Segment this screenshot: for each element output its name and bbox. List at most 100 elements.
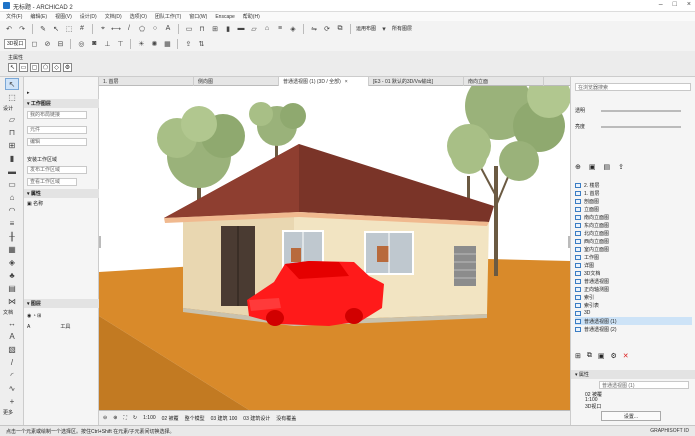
menu-design[interactable]: 设计(D) xyxy=(80,13,97,20)
box-icon[interactable]: ◻ xyxy=(29,39,39,49)
close-tab-icon[interactable]: × xyxy=(345,79,348,85)
marquee-icon[interactable]: ⬚ xyxy=(64,24,74,34)
object-tool-icon[interactable]: ♣ xyxy=(5,269,19,281)
object-icon[interactable]: ◈ xyxy=(288,24,298,34)
dimension-tool-icon[interactable]: ↔ xyxy=(5,317,19,329)
arrow-icon[interactable]: ↖ xyxy=(51,24,61,34)
fill-tool-icon[interactable]: ▧ xyxy=(5,343,19,355)
tree-item[interactable]: 西向立面图 xyxy=(575,237,692,245)
publisher-icon[interactable]: ⇪ xyxy=(618,163,624,171)
arrow-tool-icon[interactable]: ↖ xyxy=(5,78,19,90)
tree-item[interactable]: 普通透视图 (2) xyxy=(575,325,692,333)
brightness-slider[interactable] xyxy=(601,126,681,128)
layer-select-b[interactable]: 工具 xyxy=(60,323,70,330)
spline-tool-icon[interactable]: ∿ xyxy=(5,382,19,394)
settings-icon[interactable]: ⚙ xyxy=(611,352,617,360)
menu-document[interactable]: 文档(D) xyxy=(105,13,122,20)
tree-item[interactable]: 立面图 xyxy=(575,205,692,213)
properties-header[interactable]: ▾ 属性 xyxy=(24,189,99,198)
tree-item[interactable]: 北向立面图 xyxy=(575,229,692,237)
settings-button[interactable]: 设置... xyxy=(601,411,661,421)
menu-file[interactable]: 文件(F) xyxy=(6,13,22,20)
tree-item[interactable]: 普通透视图 (1) xyxy=(575,317,692,325)
3d-viewport[interactable] xyxy=(99,86,570,410)
delete-icon[interactable]: ✕ xyxy=(623,352,629,360)
material-icon[interactable]: ▦ xyxy=(162,39,172,49)
sync-icon[interactable]: ⇅ xyxy=(196,39,206,49)
tab-floor-1[interactable]: 1. 首层 xyxy=(99,77,194,86)
menu-help[interactable]: 帮助(H) xyxy=(243,13,260,20)
marquee-tool-icon[interactable]: ⬚ xyxy=(5,91,19,103)
tree-item[interactable]: 室内立面图 xyxy=(575,245,692,253)
slab-tool-icon[interactable]: ▭ xyxy=(5,178,19,190)
camera-icon[interactable]: ◙ xyxy=(89,39,99,49)
curtainwall-tool-icon[interactable]: ▦ xyxy=(5,243,19,255)
project-map-icon[interactable]: ⊕ xyxy=(575,163,581,171)
tab-3d-output[interactable]: [E3 - 01 默认的3D/Vw输出] xyxy=(369,77,464,86)
mesh-tool-icon[interactable]: ⋈ xyxy=(5,295,19,307)
roof-tool-icon[interactable]: ⌂ xyxy=(5,191,19,203)
tree-item[interactable]: 3D xyxy=(575,309,692,317)
override-select[interactable]: 没有覆盖 xyxy=(276,415,296,422)
text-icon[interactable]: A xyxy=(163,24,173,34)
graphisoft-id[interactable]: GRAPHISOFT ID xyxy=(650,428,689,434)
marquee-mode-icon[interactable]: ▭ xyxy=(19,63,28,72)
tree-item[interactable]: 正向轴测图 xyxy=(575,285,692,293)
slab-icon[interactable]: ▱ xyxy=(249,24,259,34)
tab-south-elevation[interactable]: 南向立面 xyxy=(464,77,544,86)
wall-tool-icon[interactable]: ▱ xyxy=(5,113,19,125)
model-select[interactable]: 整个模型 xyxy=(185,415,205,422)
menu-window[interactable]: 窗口(W) xyxy=(189,13,207,20)
sun-icon[interactable]: ✺ xyxy=(149,39,159,49)
fit-icon[interactable]: ⛶ xyxy=(123,415,127,421)
tree-item[interactable]: 普通透视图 xyxy=(575,277,692,285)
floor-icon[interactable]: ⊟ xyxy=(55,39,65,49)
hide-icon[interactable]: ⊘ xyxy=(42,39,52,49)
orbit-icon[interactable]: ◎ xyxy=(76,39,86,49)
tree-item[interactable]: 南向立面图 xyxy=(575,213,692,221)
door-tool-icon[interactable]: ⊓ xyxy=(5,126,19,138)
column-icon[interactable]: ▮ xyxy=(223,24,233,34)
3d-scene[interactable] xyxy=(99,86,570,410)
view-map-icon[interactable]: ▣ xyxy=(589,163,596,171)
floor-select[interactable]: 02 被覆 xyxy=(162,415,179,422)
label-tool-icon[interactable]: A xyxy=(5,330,19,342)
render-icon[interactable]: ☀ xyxy=(136,39,146,49)
elevation-icon[interactable]: ⊤ xyxy=(115,39,125,49)
door-icon[interactable]: ⊓ xyxy=(197,24,207,34)
transparency-slider[interactable] xyxy=(601,110,681,112)
layout-label[interactable]: 运用布图 xyxy=(356,25,376,32)
settings-mode-icon[interactable]: ⚙ xyxy=(63,63,72,72)
wall-icon[interactable]: ▭ xyxy=(184,24,194,34)
pencil-icon[interactable]: ✎ xyxy=(38,24,48,34)
mirror-icon[interactable]: ⇋ xyxy=(309,24,319,34)
menu-enscape[interactable]: Enscape xyxy=(215,14,234,20)
menu-edit[interactable]: 编辑(E) xyxy=(30,13,47,20)
scale-pen-select[interactable]: 03 建筑 100 xyxy=(211,415,238,422)
save-view-icon[interactable]: ▣ xyxy=(598,352,605,360)
properties-header[interactable]: ▾ 属性 xyxy=(571,370,695,379)
layer-combination-select[interactable]: 3D视口 xyxy=(4,38,27,49)
grid-icon[interactable]: # xyxy=(77,24,87,34)
tree-item[interactable]: 1. 首层 xyxy=(575,189,692,197)
stair-tool-icon[interactable]: ≡ xyxy=(5,217,19,229)
view-name-field[interactable]: 普通透视图 (1) xyxy=(599,381,689,389)
layer-visibility-icon[interactable]: ◉ ◔ ⊞ xyxy=(27,313,41,319)
roof-icon[interactable]: ⌂ xyxy=(262,24,272,34)
layer-select[interactable]: 我的布局链接 xyxy=(27,110,87,119)
poly-mode-icon[interactable]: ⬠ xyxy=(41,63,50,72)
pen-set-select[interactable]: 03 建筑设计 xyxy=(243,415,270,422)
viewport-left-handle[interactable] xyxy=(99,236,101,248)
morph-tool-icon[interactable]: ◈ xyxy=(5,256,19,268)
beam-icon[interactable]: ▬ xyxy=(236,24,246,34)
snap-icon[interactable]: ⌖ xyxy=(98,24,108,34)
menu-teamwork[interactable]: 团队工作(T) xyxy=(155,13,181,20)
tree-item[interactable]: 详图 xyxy=(575,261,692,269)
layout-book-icon[interactable]: ▤ xyxy=(604,163,611,171)
tree-item[interactable]: 工作图 xyxy=(575,253,692,261)
work-layer-header[interactable]: ▾ 工作图层 xyxy=(24,99,99,108)
rotated-mode-icon[interactable]: ◇ xyxy=(52,63,61,72)
chevron-down-icon[interactable]: ▾ xyxy=(379,24,389,34)
zone-tool-icon[interactable]: ▤ xyxy=(5,282,19,294)
scale-select[interactable]: 1:100 xyxy=(143,415,156,421)
